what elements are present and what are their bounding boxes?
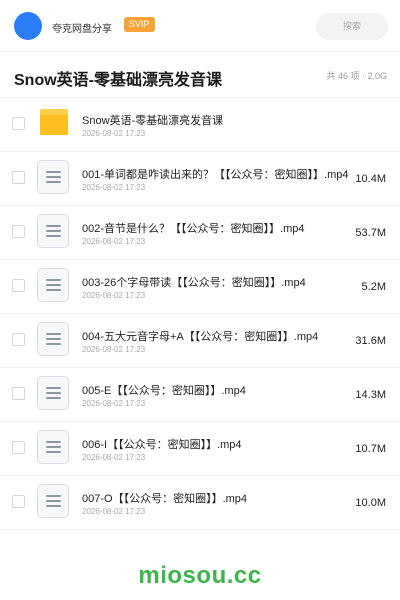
file-list: Snow英语-零基础漂亮发音课 2026-08-02 17:23 001-单词都… <box>0 98 400 530</box>
file-name[interactable]: 004-五大元音字母+A【【公众号：密知圈】】.mp4 <box>82 328 350 344</box>
file-size: 5.2M <box>361 281 386 293</box>
user-name: 夸克网盘分享 <box>52 24 112 35</box>
file-date: 2026-08-02 17:23 <box>82 237 146 246</box>
file-date: 2026-08-02 17:23 <box>82 399 146 408</box>
file-date: 2026-08-02 17:23 <box>82 291 146 300</box>
page-title: Snow英语-零基础漂亮发音课 <box>14 72 222 89</box>
document-icon <box>37 160 71 194</box>
file-date: 2026-08-02 17:23 <box>82 183 146 192</box>
file-size: 10.0M <box>355 497 386 509</box>
file-size: 53.7M <box>355 227 386 239</box>
vip-badge: SVIP <box>124 17 155 32</box>
file-row[interactable]: 004-五大元音字母+A【【公众号：密知圈】】.mp4 2026-08-02 1… <box>0 314 400 368</box>
row-checkbox[interactable] <box>12 171 25 184</box>
file-row[interactable]: 007-O【【公众号：密知圈】】.mp4 2026-08-02 17:23 10… <box>0 476 400 530</box>
document-icon <box>37 376 71 410</box>
file-row[interactable]: 001-单词都是咋读出来的？【【公众号：密知圈】】.mp4 2026-08-02… <box>0 152 400 206</box>
row-checkbox[interactable] <box>12 387 25 400</box>
file-size: 10.7M <box>355 443 386 455</box>
file-row[interactable]: 002-音节是什么？【【公众号：密知圈】】.mp4 2026-08-02 17:… <box>0 206 400 260</box>
file-row[interactable]: Snow英语-零基础漂亮发音课 2026-08-02 17:23 <box>0 98 400 152</box>
watermark: miosou.cc <box>138 562 262 589</box>
document-icon <box>37 268 71 302</box>
top-bar: 夸克网盘分享 SVIP 搜索 <box>0 0 400 52</box>
file-row[interactable]: 003-26个字母带读【【公众号：密知圈】】.mp4 2026-08-02 17… <box>0 260 400 314</box>
row-checkbox[interactable] <box>12 279 25 292</box>
file-name[interactable]: 002-音节是什么？【【公众号：密知圈】】.mp4 <box>82 220 350 236</box>
file-name[interactable]: 001-单词都是咋读出来的？【【公众号：密知圈】】.mp4 <box>82 166 350 182</box>
file-name[interactable]: 003-26个字母带读【【公众号：密知圈】】.mp4 <box>82 274 350 290</box>
row-checkbox[interactable] <box>12 225 25 238</box>
file-date: 2026-08-02 17:23 <box>82 453 146 462</box>
file-name[interactable]: Snow英语-零基础漂亮发音课 <box>82 112 350 128</box>
row-checkbox[interactable] <box>12 441 25 454</box>
title-row: Snow英语-零基础漂亮发音课 共 46 项 · 2.0G <box>0 52 400 98</box>
row-checkbox[interactable] <box>12 333 25 346</box>
file-date: 2026-08-02 17:23 <box>82 507 146 516</box>
file-row[interactable]: 005-E【【公众号：密知圈】】.mp4 2026-08-02 17:23 14… <box>0 368 400 422</box>
file-size: 10.4M <box>355 173 386 185</box>
file-date: 2026-08-02 17:23 <box>82 345 146 354</box>
document-icon <box>37 484 71 518</box>
file-name[interactable]: 005-E【【公众号：密知圈】】.mp4 <box>82 382 350 398</box>
file-row[interactable]: 006-I【【公众号：密知圈】】.mp4 2026-08-02 17:23 10… <box>0 422 400 476</box>
file-stats: 共 46 项 · 2.0G <box>326 71 387 81</box>
file-size: 31.6M <box>355 335 386 347</box>
file-size: 14.3M <box>355 389 386 401</box>
folder-icon <box>37 106 71 140</box>
search-input[interactable]: 搜索 <box>316 13 388 40</box>
document-icon <box>37 214 71 248</box>
avatar[interactable] <box>14 12 42 40</box>
row-checkbox[interactable] <box>12 495 25 508</box>
file-name[interactable]: 006-I【【公众号：密知圈】】.mp4 <box>82 436 350 452</box>
document-icon <box>37 322 71 356</box>
document-icon <box>37 430 71 464</box>
row-checkbox[interactable] <box>12 117 25 130</box>
file-date: 2026-08-02 17:23 <box>82 129 146 138</box>
file-name[interactable]: 007-O【【公众号：密知圈】】.mp4 <box>82 490 350 506</box>
